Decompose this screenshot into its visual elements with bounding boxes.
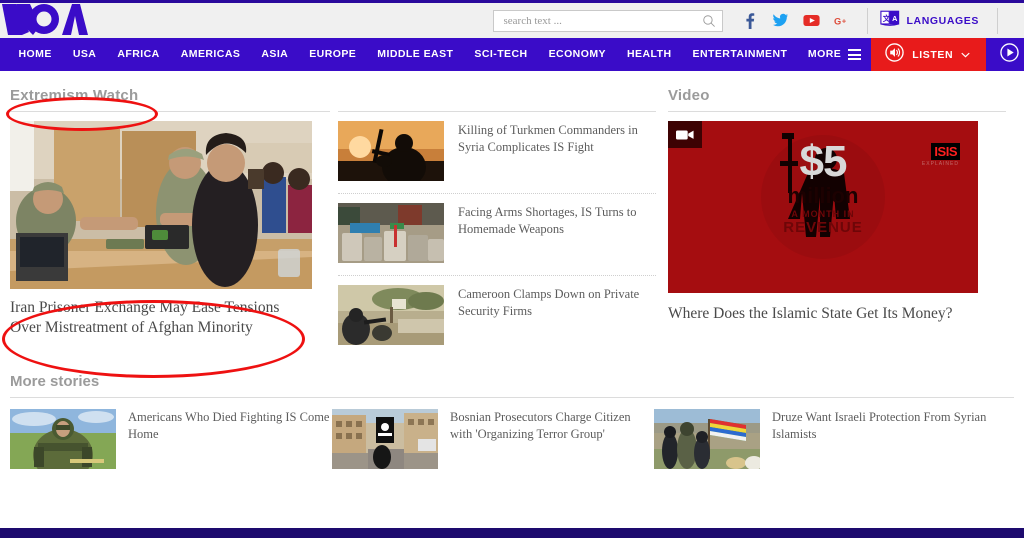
nav-item-africa[interactable]: AFRICA (107, 38, 170, 71)
social-links: G + (741, 12, 851, 29)
media-buttons: LISTEN WATCH (871, 38, 1024, 71)
lead-story-headline[interactable]: Iran Prisoner Exchange May Ease Tensions… (10, 298, 310, 339)
nav-item-entertainment[interactable]: ENTERTAINMENT (682, 38, 798, 71)
section-title-video: Video (668, 87, 710, 104)
more-story-item[interactable]: Druze Want Israeli Protection From Syria… (654, 409, 994, 469)
speaker-icon (885, 42, 904, 67)
nav-item-asia[interactable]: ASIA (251, 38, 299, 71)
svg-text:G: G (834, 16, 841, 26)
more-story-thumbnail[interactable] (332, 409, 438, 469)
voa-homepage: G + 文 A LANGUAGES (0, 0, 1024, 538)
nav-item-health[interactable]: HEALTH (616, 38, 682, 71)
isis-brand-subtag: EXPLAINED (921, 161, 959, 167)
listen-label: LISTEN (912, 48, 954, 61)
watch-button[interactable]: WATCH (986, 38, 1024, 71)
search-icon[interactable] (702, 14, 716, 28)
section-title-extremism-watch: Extremism Watch (10, 87, 139, 104)
svg-text:文: 文 (881, 13, 890, 22)
video-unit: million (787, 182, 859, 208)
facebook-icon[interactable] (741, 12, 758, 29)
chevron-down-icon (961, 52, 970, 58)
list-item-headline[interactable]: Facing Arms Shortages, IS Turns to Homem… (458, 203, 656, 263)
more-stories-section: More stories Americans Who Died Fighting… (10, 357, 1014, 469)
svg-text:A: A (892, 13, 898, 22)
video-camera-icon (668, 121, 702, 148)
content-columns: Extremism Watch Iran Prisoner Exchange M… (10, 71, 1014, 357)
divider (997, 7, 998, 34)
more-story-headline[interactable]: Druze Want Israeli Protection From Syria… (772, 409, 994, 469)
list-item[interactable]: Killing of Turkmen Commanders in Syria C… (338, 112, 656, 193)
section-divider (668, 111, 1006, 112)
googleplus-icon[interactable]: G + (834, 12, 851, 29)
extremism-watch-column: Extremism Watch Iran Prisoner Exchange M… (10, 71, 330, 357)
list-item-headline[interactable]: Killing of Turkmen Commanders in Syria C… (458, 121, 656, 181)
list-item[interactable]: Facing Arms Shortages, IS Turns to Homem… (338, 194, 656, 275)
list-item-thumbnail[interactable] (338, 121, 444, 181)
top-bar-right: G + 文 A LANGUAGES (492, 2, 1024, 40)
more-story-item[interactable]: Americans Who Died Fighting IS Come Home (10, 409, 332, 469)
video-caption-line2: REVENUE (783, 219, 863, 237)
lead-story-image[interactable] (10, 121, 312, 289)
nav-item-sci-tech[interactable]: SCI-TECH (464, 38, 538, 71)
more-story-headline[interactable]: Bosnian Prosecutors Charge Citizen with … (450, 409, 654, 469)
voa-logo[interactable] (0, 2, 90, 40)
search-input[interactable] (503, 14, 702, 27)
video-thumbnail[interactable]: $5 million A MONTH IN REVENUE ISIS EXPLA… (668, 121, 978, 293)
more-stories-grid: Americans Who Died Fighting IS Come Home (10, 409, 1014, 469)
nav-item-economy[interactable]: ECONOMY (538, 38, 616, 71)
svg-text:+: + (841, 16, 846, 25)
list-item-thumbnail[interactable] (338, 285, 444, 345)
list-item-thumbnail[interactable] (338, 203, 444, 263)
video-column: Video $5 million A MONTH IN REVENUE ISIS… (668, 71, 1006, 357)
section-title-more-stories: More stories (10, 373, 100, 390)
nav-item-more[interactable]: MORE (798, 38, 871, 71)
hamburger-icon (848, 49, 862, 60)
languages-label: LANGUAGES (906, 14, 979, 27)
nav-item-list: HOME USA AFRICA AMERICAS ASIA EUROPE MID… (0, 38, 871, 71)
listen-button[interactable]: LISTEN (871, 38, 987, 71)
video-infographic-text: $5 million A MONTH IN REVENUE (743, 137, 903, 237)
nav-item-americas[interactable]: AMERICAS (170, 38, 251, 71)
nav-item-usa[interactable]: USA (62, 38, 107, 71)
divider (866, 7, 868, 34)
more-story-item[interactable]: Bosnian Prosecutors Charge Citizen with … (332, 409, 654, 469)
nav-item-middle-east[interactable]: MIDDLE EAST (367, 38, 464, 71)
video-headline[interactable]: Where Does the Islamic State Get Its Mon… (668, 304, 978, 324)
isis-brand-tag: ISIS (931, 143, 960, 160)
more-story-headline[interactable]: Americans Who Died Fighting IS Come Home (128, 409, 332, 469)
list-item-headline[interactable]: Cameroon Clamps Down on Private Security… (458, 285, 656, 345)
nav-item-europe[interactable]: EUROPE (299, 38, 367, 71)
nav-item-home[interactable]: HOME (8, 38, 62, 71)
top-bar: G + 文 A LANGUAGES (0, 0, 1024, 38)
search-box[interactable] (492, 9, 723, 32)
play-icon (1000, 42, 1019, 67)
more-story-thumbnail[interactable] (10, 409, 116, 469)
footer-band (0, 528, 1024, 538)
translate-book-icon: 文 A (879, 9, 900, 33)
main-content: Extremism Watch Iran Prisoner Exchange M… (0, 71, 1024, 469)
twitter-icon[interactable] (772, 12, 789, 29)
list-item[interactable]: Cameroon Clamps Down on Private Security… (338, 276, 656, 357)
more-story-thumbnail[interactable] (654, 409, 760, 469)
extremism-watch-list: . (338, 71, 656, 357)
languages-button[interactable]: 文 A LANGUAGES (879, 9, 998, 33)
youtube-icon[interactable] (802, 12, 820, 29)
section-divider (10, 397, 1014, 398)
video-amount: $5 (799, 137, 848, 186)
main-navigation: HOME USA AFRICA AMERICAS ASIA EUROPE MID… (0, 38, 1024, 71)
nav-more-label: MORE (807, 48, 842, 60)
section-divider (10, 111, 330, 112)
